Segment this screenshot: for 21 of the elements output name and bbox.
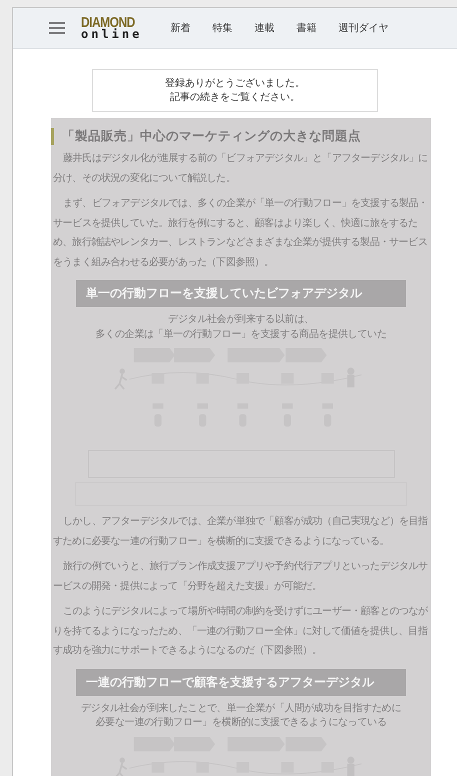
- figure-caption: デジタル社会が到来したことで、単一企業が「人間が成功を目指すために: [80, 702, 402, 716]
- notice-text: 登録ありがとうございました。: [165, 77, 305, 90]
- menu-icon[interactable]: [49, 22, 65, 34]
- nav-link[interactable]: 連載: [254, 21, 274, 35]
- notice-text: 記事の続きをご覧ください。: [170, 90, 300, 104]
- article-paragraph: まず、ビフォアデジタルでは、多くの企業が「単一の行動フロー」を支援する製品・サービスを提供していた。旅行を例にすると、顧客はより楽しく、快適に旅をするため、旅行雑誌やレンタカー、レストランなどさまざまな企業が提供する製品・サービスをうまく組み合わせる必要があった（下図参照）。: [53, 196, 429, 270]
- figure-title: 一連の行動フローで顧客を支援するアフターデジタル: [76, 668, 406, 696]
- figure-caption: 必要な一連の行動フロー」を横断的に支援できるようになっている: [95, 716, 386, 730]
- site-logo[interactable]: DIAMOND online: [81, 16, 142, 40]
- nav-link[interactable]: 書籍: [296, 21, 316, 35]
- nav-link[interactable]: 特集: [212, 21, 232, 35]
- article-paragraph: 藤井氏はデジタル化が進展する前の「ビフォアデジタル」と「アフターデジタル」に分け、その状況の変化について解説した。: [53, 152, 429, 186]
- article-paragraph: 旅行の例でいうと、旅行プラン作成支援アプリや予約代行アプリといったデジタルサービスの開発・提供によって「分野を超えた支援」が可能だ。: [53, 560, 429, 594]
- nav-link[interactable]: 週刊ダイヤ: [338, 21, 388, 35]
- figure-caption: 多くの企業は「単一の行動フロー」を支援する商品を提供していた: [95, 328, 386, 342]
- article-paragraph: このようにデジタルによって場所や時間の制約を受けずにユーザー・顧客とのつながりを持てるようになったため、「一連の行動フロー全体」に対して価値を提供し、目指す成功を強力にサポートできるようになるのだ（下図参照）。: [53, 604, 429, 658]
- article-paragraph: しかし、アフターデジタルでは、企業が単独で「顧客が成功（自己実現など）を目指すために必要な一連の行動フロー」を横断的に支援できるようになっている。: [53, 514, 429, 548]
- figure-title: 単一の行動フローを支援していたビフォアデジタル: [76, 280, 406, 307]
- figure-caption: デジタル社会が到来する以前は、: [168, 313, 314, 327]
- section-heading: 「製品販売」中心のマーケティングの大きな問題点: [51, 128, 429, 145]
- nav-link[interactable]: 新着: [170, 21, 190, 35]
